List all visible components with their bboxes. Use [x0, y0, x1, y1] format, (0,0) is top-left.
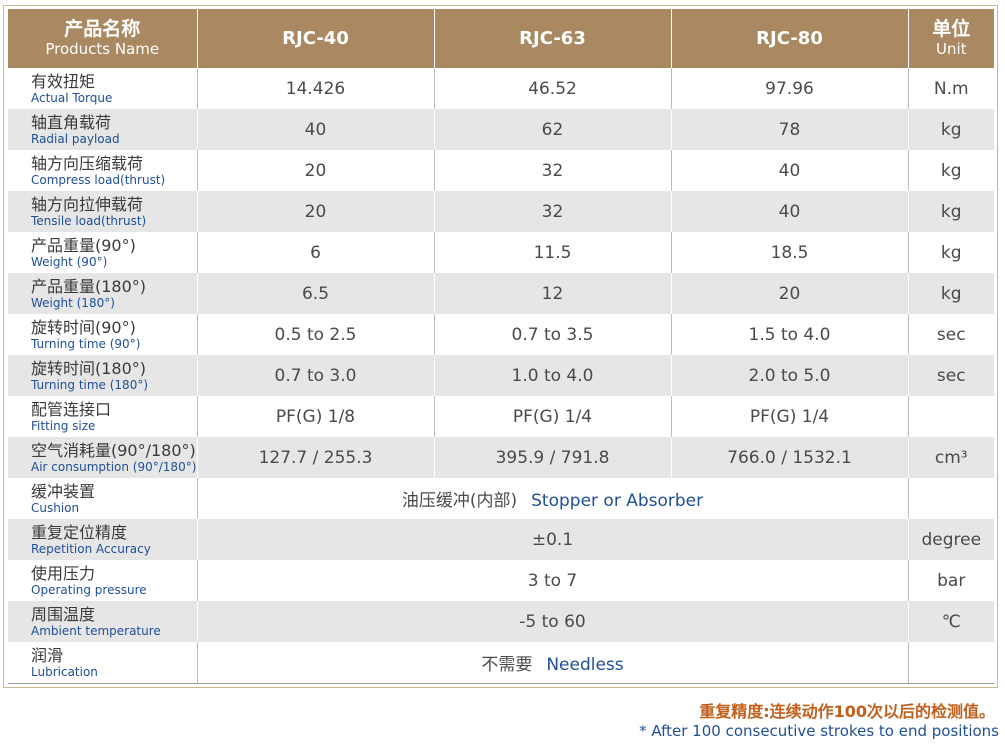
- cell-unit: ℃: [907, 601, 994, 642]
- row-label: 缓冲装置 Cushion: [8, 478, 197, 519]
- cell-value: 20: [196, 191, 434, 232]
- header-products-name: 产品名称 Products Name: [8, 9, 197, 68]
- cell-value: 20: [670, 273, 908, 314]
- cell-value: 0.5 to 2.5: [196, 314, 434, 355]
- header-model-2: RJC-63: [433, 9, 671, 68]
- cell-value: 97.96: [670, 68, 908, 109]
- cell-value: 40: [670, 150, 908, 191]
- table-row: 轴直角载荷 Radial payload 40 62 78 kg: [8, 109, 994, 150]
- cell-unit: N.m: [907, 68, 994, 109]
- spec-table: 产品名称 Products Name RJC-40 RJC-63 RJC-80 …: [8, 9, 994, 684]
- cell-unit: bar: [907, 560, 994, 601]
- row-label: 空气消耗量(90°/180°) Air consumption (90°/180°…: [8, 437, 197, 478]
- table-row: 空气消耗量(90°/180°) Air consumption (90°/180°…: [8, 437, 994, 478]
- cell-unit: [907, 478, 994, 519]
- header-unit-en: Unit: [935, 40, 967, 58]
- row-label: 轴直角载荷 Radial payload: [8, 109, 197, 150]
- table-row: 周围温度 Ambient temperature -5 to 60 ℃: [8, 601, 994, 642]
- row-label: 有效扭矩 Actual Torque: [8, 68, 197, 109]
- cell-value: 11.5: [433, 232, 671, 273]
- table-row: 使用压力 Operating pressure 3 to 7 bar: [8, 560, 994, 601]
- cell-unit: kg: [907, 273, 994, 314]
- row-label: 轴方向压缩载荷 Compress load(thrust): [8, 150, 197, 191]
- header-unit-zh: 单位: [932, 18, 971, 40]
- cell-value: 62: [433, 109, 671, 150]
- cell-unit: sec: [907, 355, 994, 396]
- cell-unit: [907, 396, 994, 437]
- cell-value: 12: [433, 273, 671, 314]
- footnote-en: * After 100 consecutive strokes to end p…: [639, 722, 999, 740]
- cell-value: 40: [670, 191, 908, 232]
- merged-value: -5 to 60: [196, 601, 908, 642]
- header-name-zh: 产品名称: [64, 18, 141, 40]
- cell-unit: [907, 642, 994, 684]
- table-row: 旋转时间(180°) Turning time (180°) 0.7 to 3.0…: [8, 355, 994, 396]
- table-row: 产品重量(90°) Weight (90°) 6 11.5 18.5 kg: [8, 232, 994, 273]
- header-model-3: RJC-80: [670, 9, 908, 68]
- cell-value: PF(G) 1/8: [196, 396, 434, 437]
- row-label: 旋转时间(180°) Turning time (180°): [8, 355, 197, 396]
- table-row: 重复定位精度 Repetition Accuracy ±0.1 degree: [8, 519, 994, 560]
- cell-value: 18.5: [670, 232, 908, 273]
- cell-value: 6: [196, 232, 434, 273]
- cell-value: 32: [433, 150, 671, 191]
- cell-value: 2.0 to 5.0: [670, 355, 908, 396]
- merged-value: 油压缓冲(内部) Stopper or Absorber: [196, 478, 908, 519]
- merged-value: 3 to 7: [196, 560, 908, 601]
- cell-unit: cm³: [907, 437, 994, 478]
- merged-value: 不需要 Needless: [196, 642, 908, 684]
- cell-unit: kg: [907, 232, 994, 273]
- header-unit: 单位 Unit: [907, 9, 994, 68]
- cell-value: 78: [670, 109, 908, 150]
- table-row: 缓冲装置 Cushion 油压缓冲(内部) Stopper or Absorber: [8, 478, 994, 519]
- cell-value: PF(G) 1/4: [433, 396, 671, 437]
- row-label: 产品重量(90°) Weight (90°): [8, 232, 197, 273]
- header-model-1: RJC-40: [196, 9, 434, 68]
- merged-value: ±0.1: [196, 519, 908, 560]
- cell-value: 14.426: [196, 68, 434, 109]
- header-name-en: Products Name: [45, 40, 160, 58]
- cell-value: 1.0 to 4.0: [433, 355, 671, 396]
- row-label: 配管连接口 Fitting size: [8, 396, 197, 437]
- cell-unit: kg: [907, 191, 994, 232]
- footnote-zh: 重复精度:连续动作100次以后的检测值。: [699, 702, 995, 721]
- cell-value: 395.9 / 791.8: [433, 437, 671, 478]
- table-row: 轴方向拉伸载荷 Tensile load(thrust) 20 32 40 kg: [8, 191, 994, 232]
- cell-value: 0.7 to 3.0: [196, 355, 434, 396]
- cell-unit: degree: [907, 519, 994, 560]
- table-row: 润滑 Lubrication 不需要 Needless: [8, 642, 994, 684]
- row-label: 使用压力 Operating pressure: [8, 560, 197, 601]
- table-row: 配管连接口 Fitting size PF(G) 1/8 PF(G) 1/4 PF…: [8, 396, 994, 437]
- cell-value: PF(G) 1/4: [670, 396, 908, 437]
- row-label: 轴方向拉伸载荷 Tensile load(thrust): [8, 191, 197, 232]
- table-row: 轴方向压缩载荷 Compress load(thrust) 20 32 40 kg: [8, 150, 994, 191]
- cell-value: 20: [196, 150, 434, 191]
- cell-value: 6.5: [196, 273, 434, 314]
- row-label: 重复定位精度 Repetition Accuracy: [8, 519, 197, 560]
- cell-unit: sec: [907, 314, 994, 355]
- row-label: 润滑 Lubrication: [8, 642, 197, 684]
- row-label: 周围温度 Ambient temperature: [8, 601, 197, 642]
- table-row: 产品重量(180°) Weight (180°) 6.5 12 20 kg: [8, 273, 994, 314]
- row-label: 产品重量(180°) Weight (180°): [8, 273, 197, 314]
- cell-value: 46.52: [433, 68, 671, 109]
- row-label: 旋转时间(90°) Turning time (90°): [8, 314, 197, 355]
- table-row: 旋转时间(90°) Turning time (90°) 0.5 to 2.5 0…: [8, 314, 994, 355]
- header-row: 产品名称 Products Name RJC-40 RJC-63 RJC-80 …: [8, 9, 994, 68]
- cell-unit: kg: [907, 150, 994, 191]
- cell-value: 40: [196, 109, 434, 150]
- cell-value: 1.5 to 4.0: [670, 314, 908, 355]
- cell-unit: kg: [907, 109, 994, 150]
- table-row: 有效扭矩 Actual Torque 14.426 46.52 97.96 N.m: [8, 68, 994, 109]
- cell-value: 32: [433, 191, 671, 232]
- cell-value: 766.0 / 1532.1: [670, 437, 908, 478]
- cell-value: 127.7 / 255.3: [196, 437, 434, 478]
- cell-value: 0.7 to 3.5: [433, 314, 671, 355]
